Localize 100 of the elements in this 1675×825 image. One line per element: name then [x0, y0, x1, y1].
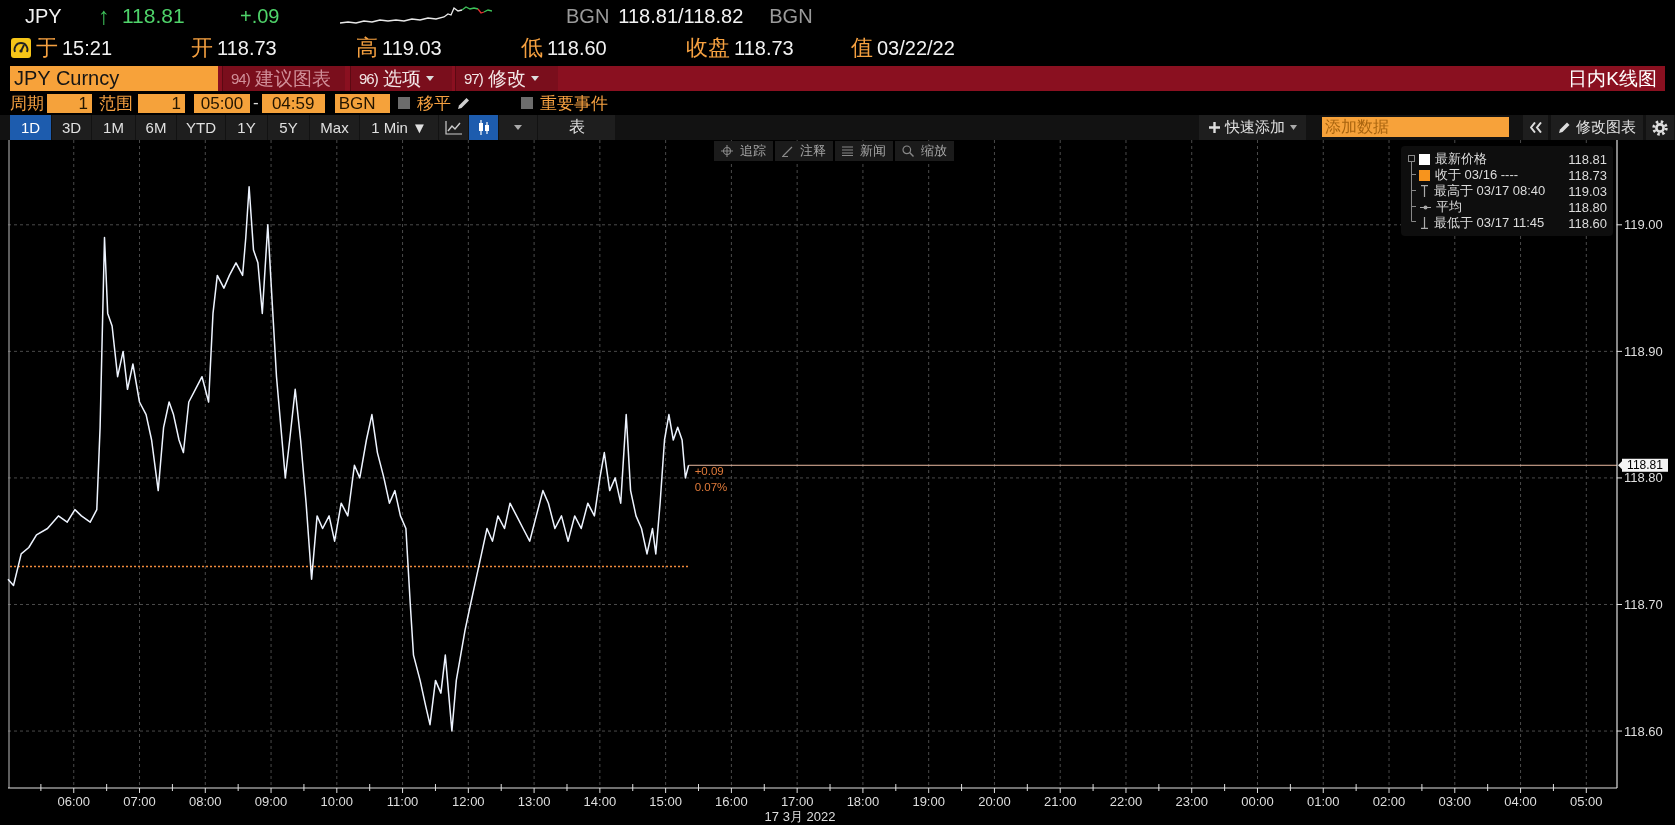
checkbox[interactable]: [520, 97, 533, 109]
x-tick-label: 16:00: [715, 794, 748, 809]
stat-label: 收盘: [686, 33, 730, 62]
x-tick-label: 11:00: [386, 794, 419, 809]
plus-icon: [1208, 122, 1220, 133]
legend-label: 收于 03/16 ----: [1435, 166, 1519, 184]
x-tick-label: 07:00: [123, 794, 156, 809]
x-tick-label: 13:00: [517, 794, 551, 809]
price-source: BGN: [566, 4, 610, 28]
range-tab[interactable]: Max: [310, 115, 359, 140]
pencil-icon[interactable]: [455, 95, 471, 111]
price-source: BGN: [769, 4, 813, 28]
y-tick-label: 118.70: [1624, 597, 1663, 612]
table-button[interactable]: 表: [538, 115, 615, 140]
magnifier-icon: [902, 145, 914, 157]
legend-value: 118.60: [1568, 215, 1607, 231]
range-tab[interactable]: 1M: [92, 115, 135, 140]
stat-label: 值: [851, 33, 873, 62]
stat-label: 开: [191, 33, 213, 62]
average-marker-icon: [1420, 204, 1431, 210]
chart-tool-button[interactable]: 注释: [775, 141, 833, 161]
chart-tool-button[interactable]: 追踪: [714, 141, 773, 161]
caret-icon: [514, 125, 522, 130]
time-separator: -: [253, 93, 259, 113]
chart-tool-button[interactable]: 新闻: [835, 141, 893, 161]
range-tab[interactable]: 1Y: [226, 115, 267, 140]
legend-value: 118.81: [1568, 151, 1607, 167]
chart-tool-button[interactable]: 缩放: [895, 141, 954, 161]
edit-chart-button[interactable]: 修改图表: [1551, 115, 1643, 140]
x-tick-label: 19:00: [912, 794, 945, 809]
stat-value: 118.60: [547, 36, 607, 60]
settings-button[interactable]: [1646, 115, 1674, 140]
line-chart-icon: [445, 120, 462, 135]
range-tab[interactable]: 1D: [10, 115, 51, 140]
range-tab[interactable]: YTD: [177, 115, 225, 140]
x-tick-label: 23:00: [1175, 794, 1208, 809]
legend-label: 最高于 03/17 08:40: [1434, 182, 1546, 200]
legend-value: 118.80: [1568, 199, 1607, 215]
legend-label: 平均: [1436, 198, 1462, 216]
ref-line-label: 118.81: [1627, 458, 1664, 473]
menu-button[interactable]: 96) 选项: [350, 66, 452, 91]
end-time-field[interactable]: 04:59: [261, 93, 325, 113]
checkbox[interactable]: [397, 97, 410, 109]
stat-label: 低: [521, 33, 543, 62]
stat-label: 于: [36, 33, 58, 62]
period-field[interactable]: 1: [47, 93, 92, 113]
add-data-field[interactable]: 添加数据: [1322, 117, 1509, 137]
x-tick-label: 06:00: [57, 794, 91, 809]
x-tick-label: 20:00: [978, 794, 1011, 809]
double-chevron-left-icon: [1529, 122, 1542, 133]
up-arrow: ↑: [98, 4, 111, 28]
x-tick-label: 14:00: [583, 794, 617, 809]
y-tick-label: 118.60: [1624, 723, 1663, 739]
x-tick-label: 22:00: [1109, 794, 1143, 809]
source-field[interactable]: BGN: [334, 93, 390, 113]
caret-icon: [1289, 125, 1297, 130]
period-label: 周期: [10, 92, 44, 115]
x-tick-label: 01:00: [1307, 794, 1340, 809]
x-tick-label: 00:00: [1241, 794, 1274, 809]
view-title: 日内K线图: [1568, 67, 1658, 91]
price-change: +.09: [240, 4, 281, 28]
x-tick-label: 15:00: [649, 794, 682, 809]
y-tick-label: 118.90: [1624, 343, 1663, 359]
last-price: 118.81: [122, 4, 186, 28]
crosshair-icon: [721, 145, 733, 157]
checkbox-label: 重要事件: [539, 92, 608, 115]
pencil-icon: [1558, 121, 1571, 134]
range-tab[interactable]: 3D: [52, 115, 91, 140]
range-tab[interactable]: 6M: [136, 115, 176, 140]
gauge-icon[interactable]: [11, 37, 31, 58]
legend-label: 最低于 03/17 11:45: [1434, 214, 1545, 232]
x-tick-label: 03:00: [1438, 794, 1472, 809]
interval-dropdown[interactable]: 1 Min ▼: [360, 115, 438, 140]
change-label: +0.09: [694, 465, 724, 478]
x-tick-label: 21:00: [1043, 794, 1077, 809]
collapse-button[interactable]: [1523, 115, 1548, 140]
quick-add-button[interactable]: 快速添加: [1199, 115, 1306, 140]
range-tab[interactable]: 5Y: [268, 115, 309, 140]
legend-label: 最新价格: [1435, 150, 1487, 168]
stat-value: 03/22/22: [877, 36, 955, 60]
chart-type-dropdown[interactable]: [499, 115, 537, 140]
line-chart-button[interactable]: [439, 115, 468, 140]
ticker-symbol: JPY: [25, 4, 63, 28]
low-marker-icon: [1420, 217, 1429, 229]
range-field[interactable]: 1: [138, 93, 185, 113]
stat-value: 118.73: [217, 36, 277, 60]
x-tick-label: 18:00: [846, 794, 880, 809]
checkbox-label: 移平: [416, 92, 451, 115]
bid-ask: 118.81/118.82: [618, 4, 744, 28]
x-tick-label: 09:00: [254, 794, 288, 809]
stat-value: 119.03: [382, 36, 442, 60]
stat-label: 高: [356, 33, 378, 62]
x-tick-label: 10:00: [320, 794, 354, 809]
start-time-field[interactable]: 05:00: [194, 93, 250, 113]
menu-button[interactable]: 97) 修改: [455, 66, 558, 91]
x-tick-label: 08:00: [189, 794, 222, 809]
list-icon: [842, 146, 853, 156]
security-field[interactable]: JPY Curncy: [10, 66, 218, 91]
candlestick-icon: [477, 120, 490, 135]
bar-chart-button[interactable]: [469, 115, 498, 140]
